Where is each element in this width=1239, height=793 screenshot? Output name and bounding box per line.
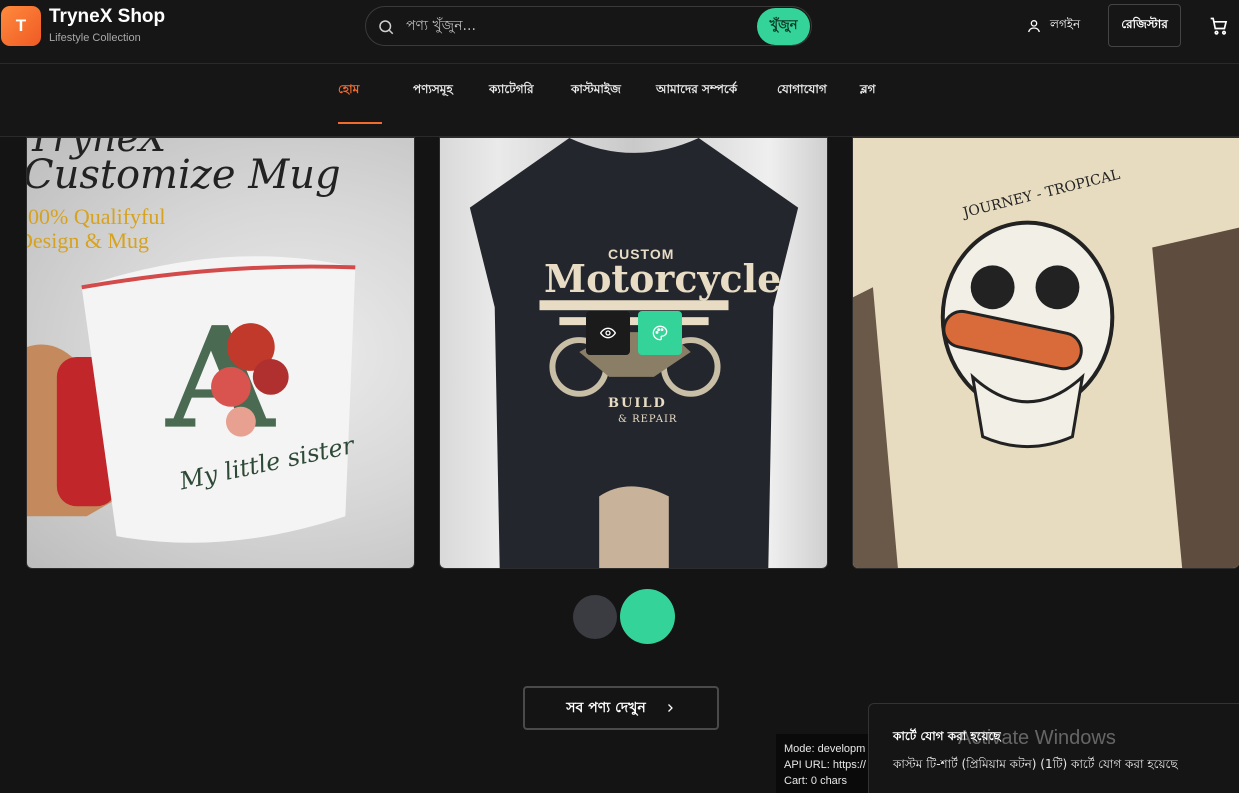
quick-view-button[interactable] — [586, 311, 630, 355]
site-header: T TryneX Shop Lifestyle Collection খুঁজু… — [0, 0, 1239, 137]
eye-icon — [600, 327, 616, 339]
activate-windows-watermark: Activate Windows — [958, 727, 1116, 749]
search-bar: খুঁজুন — [365, 6, 812, 46]
skull-tshirt-image — [853, 138, 1239, 568]
dev-api-text: API URL: https:// — [784, 759, 866, 771]
search-input[interactable] — [406, 15, 706, 37]
view-all-label: সব পণ্য দেখুন — [566, 700, 646, 716]
motorcycle-tshirt-image — [469, 138, 799, 568]
toast-message: কাস্টম টি-শার্ট (প্রিমিয়াম কটন) (1টি) ক… — [893, 757, 1178, 771]
chevron-right-icon — [667, 704, 673, 712]
dev-info-panel: Mode: developm API URL: https:// Cart: 0… — [776, 734, 876, 793]
nav-blog[interactable]: ব্লগ — [860, 81, 876, 101]
slider-dot-2-active[interactable] — [620, 589, 675, 644]
tshirt-motorcycle-text: Motorcycle — [544, 256, 782, 301]
tshirt-repair-text: & REPAIR — [618, 414, 678, 425]
product-card-skull-tshirt[interactable]: JOURNEY - TROPICAL — [852, 137, 1239, 569]
nav-active-indicator — [338, 122, 382, 124]
product-card-mug[interactable]: A TryneX Customize Mug 100% Qualifyful D… — [26, 137, 415, 569]
user-icon — [1028, 20, 1040, 33]
main-nav: হোম পণ্যসমূহ ক্যাটেগরি কাস্টমাইজ আমাদের … — [0, 65, 1239, 137]
search-icon — [379, 20, 394, 35]
nav-category[interactable]: ক্যাটেগরি — [489, 81, 534, 101]
cart-icon[interactable] — [1209, 16, 1229, 36]
brand-tagline: Lifestyle Collection — [49, 32, 141, 44]
logo-badge[interactable]: T — [1, 6, 41, 46]
brand-name[interactable]: TryneX Shop — [49, 6, 165, 28]
register-button[interactable]: রেজিস্টার — [1108, 4, 1181, 47]
mug-image: A — [27, 256, 356, 543]
dev-mode-text: Mode: developm — [784, 743, 866, 755]
top-bar: T TryneX Shop Lifestyle Collection খুঁজু… — [0, 0, 1239, 64]
mug-subtitle-text-2: Design & Mug — [26, 228, 149, 253]
login-link[interactable]: লগইন — [1026, 15, 1080, 37]
dev-cart-text: Cart: 0 chars — [784, 775, 847, 787]
product-card-motorcycle-tshirt[interactable]: CUSTOM Motorcycle BUILD & REPAIR — [439, 137, 828, 569]
mug-title-text: Customize Mug — [26, 152, 341, 198]
mug-subtitle-text: 100% Qualifyful — [26, 204, 166, 229]
nav-customize[interactable]: কাস্টমাইজ — [571, 81, 621, 101]
customize-button[interactable] — [638, 311, 682, 355]
slider-dot-1[interactable] — [573, 595, 617, 639]
login-label: লগইন — [1050, 17, 1081, 31]
tshirt-build-text: BUILD — [608, 396, 667, 411]
search-button[interactable]: খুঁজুন — [757, 8, 810, 45]
nav-products[interactable]: পণ্যসমূহ — [413, 81, 453, 101]
nav-about[interactable]: আমাদের সম্পর্কে — [656, 81, 737, 101]
nav-contact[interactable]: যোগাযোগ — [777, 81, 827, 101]
palette-icon — [652, 325, 668, 341]
nav-home[interactable]: হোম — [338, 81, 359, 101]
view-all-products-button[interactable]: সব পণ্য দেখুন — [523, 686, 719, 730]
